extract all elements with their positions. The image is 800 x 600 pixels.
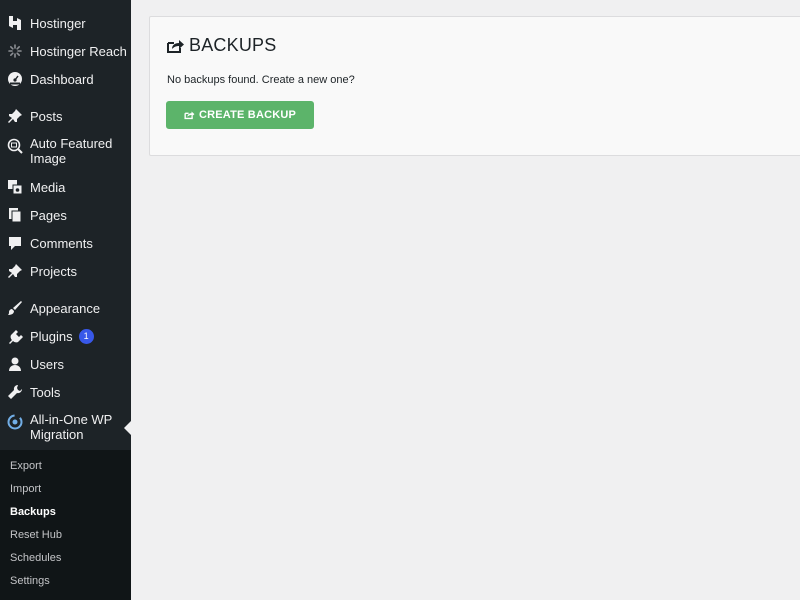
share-export-icon	[166, 38, 185, 54]
dashboard-gauge-icon	[6, 70, 24, 88]
submenu-item-reset-hub[interactable]: Reset Hub	[10, 529, 62, 541]
comment-bubble-icon	[6, 234, 24, 252]
create-backup-button[interactable]: CREATE BACKUP	[166, 101, 314, 129]
admin-sidebar: Hostinger Hostinger Reach Dashboard Post…	[0, 0, 131, 600]
sidebar-item-label: Dashboard	[30, 71, 94, 87]
sidebar-item-media[interactable]: Media	[0, 178, 131, 196]
empty-state-message: No backups found. Create a new one?	[167, 74, 355, 86]
sidebar-item-pages[interactable]: Pages	[0, 206, 131, 224]
share-export-icon	[184, 110, 195, 120]
user-icon	[6, 355, 24, 373]
plugin-icon	[6, 327, 24, 345]
backups-panel: BACKUPS No backups found. Create a new o…	[149, 16, 800, 156]
sidebar-item-label: Hostinger Reach	[30, 43, 127, 59]
page-title-text: BACKUPS	[189, 35, 277, 55]
create-backup-label: CREATE BACKUP	[198, 109, 297, 121]
submenu-item-export[interactable]: Export	[10, 460, 42, 472]
hostinger-logo-icon	[6, 14, 24, 32]
sidebar-item-label: Appearance	[30, 300, 101, 316]
sidebar-item-label: Comments	[30, 235, 93, 251]
sidebar-item-tools[interactable]: Tools	[0, 383, 131, 401]
sidebar-item-plugins[interactable]: Plugins 1	[0, 327, 131, 345]
sidebar-item-posts[interactable]: Posts	[0, 107, 131, 125]
paintbrush-icon	[6, 299, 24, 317]
reach-spinner-icon	[6, 42, 24, 60]
sidebar-item-label: Posts	[30, 108, 63, 124]
page-title: BACKUPS	[166, 35, 276, 56]
submenu-item-schedules[interactable]: Schedules	[10, 552, 61, 564]
sidebar-item-label: Media	[30, 179, 66, 195]
submenu-item-settings[interactable]: Settings	[10, 575, 50, 587]
sidebar-item-hostinger-reach[interactable]: Hostinger Reach	[0, 42, 131, 60]
sidebar-item-comments[interactable]: Comments	[0, 234, 131, 252]
sidebar-item-label: Users	[30, 356, 64, 372]
pushpin-icon	[6, 107, 24, 125]
pushpin-icon	[6, 262, 24, 280]
sidebar-item-label: Pages	[30, 207, 67, 223]
sidebar-item-label: Tools	[30, 384, 61, 400]
pages-icon	[6, 206, 24, 224]
sidebar-item-dashboard[interactable]: Dashboard	[0, 70, 131, 88]
sidebar-item-label: Auto Featured Image	[30, 136, 113, 166]
sidebar-item-projects[interactable]: Projects	[0, 262, 131, 280]
submenu-item-import[interactable]: Import	[10, 483, 41, 495]
submenu: Export Import Backups Reset Hub Schedule…	[0, 450, 131, 600]
media-icon	[6, 178, 24, 196]
sidebar-item-all-in-one-wp-migration[interactable]: All-in-One WP Migration	[0, 412, 131, 444]
sidebar-item-users[interactable]: Users	[0, 355, 131, 373]
sidebar-item-appearance[interactable]: Appearance	[0, 299, 131, 317]
submenu-item-backups[interactable]: Backups	[10, 506, 56, 518]
sidebar-item-label: All-in-One WP Migration	[30, 412, 113, 442]
sidebar-item-label: Plugins	[30, 328, 73, 344]
migration-icon	[6, 413, 24, 431]
featured-image-icon	[6, 137, 24, 155]
sidebar-item-hostinger[interactable]: Hostinger	[0, 14, 131, 32]
sidebar-item-label: Projects	[30, 263, 77, 279]
wrench-icon	[6, 383, 24, 401]
update-count-badge: 1	[78, 328, 94, 344]
sidebar-item-label: Hostinger	[30, 15, 86, 31]
sidebar-item-auto-featured-image[interactable]: Auto Featured Image	[0, 136, 131, 168]
